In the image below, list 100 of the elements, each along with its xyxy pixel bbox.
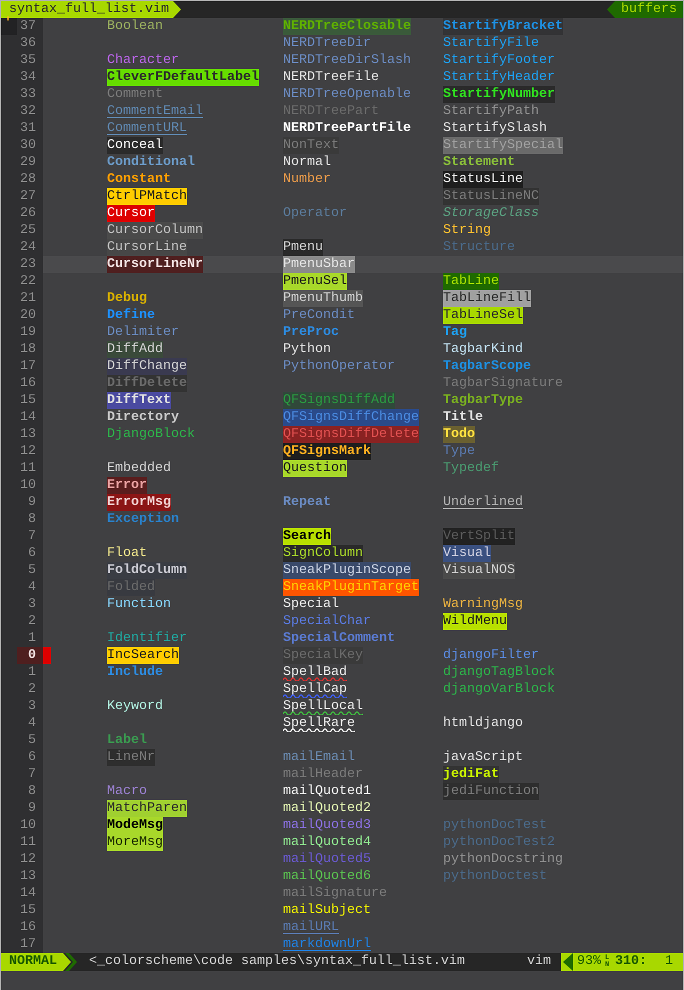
line-number: 37 — [19, 18, 37, 35]
highlight-group-name: QFSignsDiffAdd — [283, 393, 395, 408]
line-number: 1 — [27, 630, 37, 647]
highlight-group-name: String — [443, 222, 491, 239]
highlight-group-name: mailQuoted6 — [283, 868, 371, 885]
highlight-group-name: mailEmail — [283, 749, 355, 766]
line-number: 30 — [19, 137, 37, 154]
highlight-group-name: VisualNOS — [443, 563, 515, 578]
highlight-group-name: StartifyPath — [443, 103, 539, 120]
file-type: vim — [527, 953, 552, 971]
highlight-group-name: PmenuSbar — [283, 257, 355, 272]
highlight-group-name: MoreMsg — [107, 835, 163, 850]
line-number: 32 — [19, 103, 37, 120]
line-number: 8 — [27, 783, 37, 800]
highlight-group-name: TagbarType — [443, 392, 523, 409]
highlight-group-name: TagbarSignature — [443, 375, 563, 392]
highlight-group-name: Special — [283, 596, 339, 613]
highlight-group-name: mailURL — [283, 919, 339, 936]
highlight-group-name: Directory — [107, 409, 179, 426]
line-number: 2 — [27, 613, 37, 630]
highlight-group-name: Visual — [443, 546, 491, 561]
line-number: 36 — [19, 35, 37, 52]
line-number: 21 — [19, 290, 37, 307]
highlight-group-name: TabLine — [443, 274, 499, 289]
line-number: 18 — [19, 341, 37, 358]
highlight-group-name: SneakPluginScope — [283, 563, 411, 578]
highlight-group-name: StartifySlash — [443, 120, 547, 137]
highlight-group-name: Repeat — [283, 494, 331, 511]
line-number: 25 — [19, 222, 37, 239]
highlight-group-name: CleverFDefaultLabel — [107, 70, 259, 85]
highlight-group-name: StartifyBracket — [443, 19, 563, 34]
line-number: 23 — [19, 256, 37, 273]
highlight-group-name: DjangoBlock — [107, 426, 195, 443]
highlight-group-name: Embedded — [107, 460, 171, 477]
line-number: 24 — [19, 239, 37, 256]
line-number: 26 — [19, 205, 37, 222]
highlight-group-name: Conditional — [107, 154, 195, 171]
highlight-group-name: StatusLine — [443, 172, 523, 187]
line-number: 10 — [19, 817, 37, 834]
highlight-group-name: StartifyHeader — [443, 69, 555, 86]
highlight-group-name: Operator — [283, 205, 347, 222]
highlight-group-name: NERDTreeDirSlash — [283, 52, 411, 69]
highlight-group-name: IncSearch — [107, 648, 179, 663]
highlight-group-name: Tag — [443, 324, 467, 341]
highlight-group-name: CursorLineNr — [107, 257, 203, 272]
highlight-group-name: SpecialChar — [283, 613, 371, 630]
highlight-group-name: Exception — [107, 511, 179, 528]
highlight-group-name: djangoTagBlock — [443, 664, 555, 681]
highlight-group-name: StartifyFooter — [443, 52, 555, 69]
separator-arrow-icon — [172, 1, 181, 18]
highlight-group-name: SpellRare — [283, 715, 355, 732]
line-number: 0 — [17, 647, 43, 664]
highlight-group-name: ErrorMsg — [107, 495, 171, 510]
line-number: 7 — [27, 766, 37, 783]
highlight-group-name: javaScript — [443, 749, 523, 766]
highlight-group-name: mailQuoted1 — [283, 783, 371, 800]
highlight-group-name: CommentURL — [107, 120, 187, 137]
highlight-group-name: mailQuoted5 — [283, 851, 371, 868]
highlight-group-name: htmldjango — [443, 715, 523, 732]
highlight-group-name: DiffChange — [107, 359, 187, 374]
highlight-group-name: mailQuoted3 — [283, 817, 371, 834]
line-number: 17 — [19, 358, 37, 375]
line-number: 11 — [19, 460, 37, 477]
highlight-group-name: Character — [107, 52, 179, 69]
line-number: 14 — [19, 885, 37, 902]
highlight-group-name: VertSplit — [443, 529, 515, 544]
highlight-group-name: TabLineSel — [443, 308, 523, 323]
highlight-group-name: NERDTreePartFile — [283, 120, 411, 137]
highlight-group-name: pythonDocTest2 — [443, 834, 555, 851]
highlight-group-name: QFSignsMark — [283, 444, 371, 459]
highlight-group-name: PmenuThumb — [283, 291, 363, 306]
highlight-group-name: FoldColumn — [107, 563, 187, 578]
highlight-group-name: DiffText — [107, 393, 171, 408]
highlight-group-name: pythonDoctest — [443, 868, 547, 885]
line-number: 22 — [19, 273, 37, 290]
highlight-group-name: Error — [107, 478, 147, 493]
scroll-percent: 93% — [577, 953, 601, 971]
highlight-group-name: SneakPluginTarget — [283, 580, 419, 595]
separator-arrow-icon — [561, 953, 573, 971]
highlight-group-name: CursorColumn — [107, 223, 203, 238]
line-number: 10 — [19, 477, 37, 494]
highlight-group-name: CommentEmail — [107, 103, 203, 120]
line-number: 19 — [19, 324, 37, 341]
highlight-group-name: SpellLocal — [283, 698, 363, 715]
highlight-group-name: PreCondit — [283, 307, 355, 324]
line-number: 5 — [27, 732, 37, 749]
highlight-group-name: Conceal — [107, 138, 163, 153]
highlight-group-name: StartifyNumber — [443, 87, 555, 102]
highlight-group-name: djangoVarBlock — [443, 681, 555, 698]
highlight-group-name: StartifyFile — [443, 35, 539, 52]
line-number: 33 — [19, 86, 37, 103]
highlight-group-name: Pmenu — [283, 240, 323, 255]
line-number: 34 — [19, 69, 37, 86]
line-number: 13 — [19, 868, 37, 885]
line-number: 9 — [27, 800, 37, 817]
highlight-group-name: NERDTreeOpenable — [283, 86, 411, 103]
line-number: 11 — [19, 834, 37, 851]
highlight-group-name: StatusLineNC — [443, 189, 539, 204]
highlight-group-name: jediFat — [443, 767, 499, 782]
highlight-group-name: PreProc — [283, 324, 339, 341]
